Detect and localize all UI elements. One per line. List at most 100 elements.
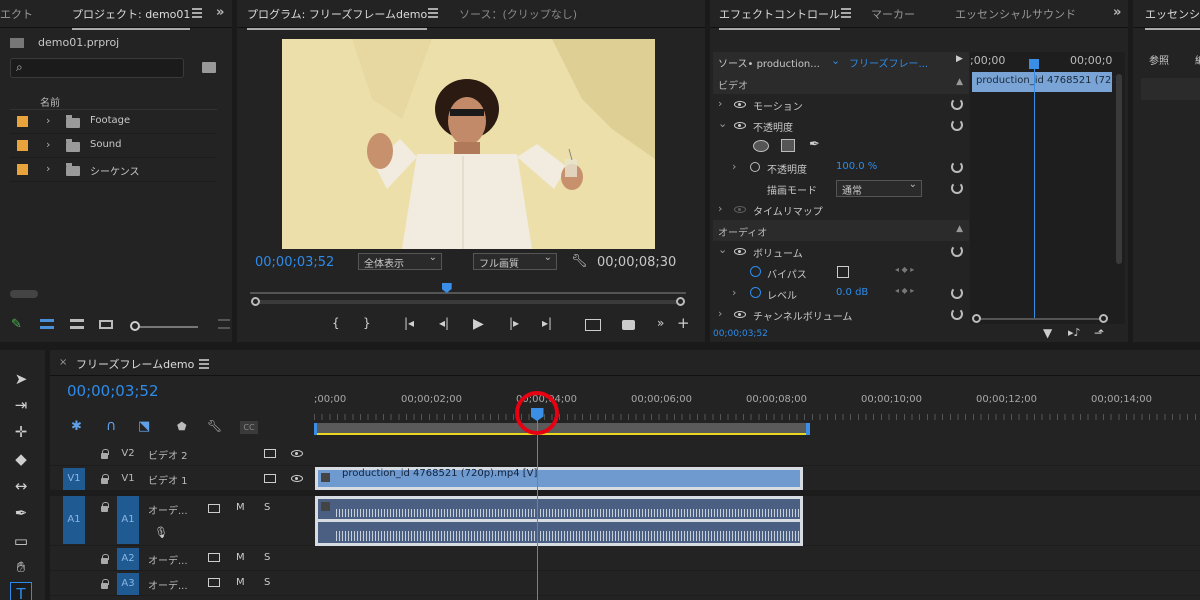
work-area-end-handle[interactable] xyxy=(806,423,810,435)
ec-zoom-bar[interactable] xyxy=(972,314,1108,324)
project-bin-row[interactable]: › Sound xyxy=(10,134,217,158)
scrubber-start-handle[interactable] xyxy=(251,297,260,306)
project-bin-row[interactable]: › シーケンス xyxy=(10,158,217,182)
stopwatch-active-icon[interactable] xyxy=(750,287,761,298)
ec-level-value[interactable]: 0.0 dB xyxy=(836,287,868,298)
collapse-chevron-icon[interactable]: ⌄ xyxy=(718,243,727,256)
reset-icon[interactable] xyxy=(951,308,963,320)
reset-icon[interactable] xyxy=(951,287,963,299)
mute-button[interactable]: M xyxy=(236,502,245,513)
pen-mask-icon[interactable]: ✒ xyxy=(809,137,820,152)
collapse-icon[interactable]: ▲ xyxy=(956,224,963,234)
keyframe-nav-icon[interactable]: ◂ ◆ ▸ xyxy=(895,286,914,295)
tab-essential-sound[interactable]: エッセンシャルサウンド xyxy=(955,6,1076,22)
add-button-icon[interactable]: + xyxy=(677,314,690,332)
tab-effect-controls[interactable]: エフェクトコントロール xyxy=(719,6,840,30)
reset-icon[interactable] xyxy=(951,98,963,110)
wrench-icon[interactable]: 🔧︎ xyxy=(571,254,588,269)
mark-in-icon[interactable]: { xyxy=(332,316,340,330)
keyframe-nav-icon[interactable]: ◂ ◆ ▸ xyxy=(895,265,914,274)
ec-clip-bar[interactable]: production_id 4768521 (720 xyxy=(972,72,1118,92)
expand-chevron-icon[interactable]: › xyxy=(46,138,50,151)
sync-lock-icon[interactable] xyxy=(208,504,220,513)
program-timecode-current[interactable]: 00;00;03;52 xyxy=(255,255,334,270)
expand-chevron-icon[interactable]: › xyxy=(46,162,50,175)
list-view-icon[interactable] xyxy=(40,319,54,329)
export-icon[interactable]: ⬏ xyxy=(1094,326,1104,340)
sync-lock-icon[interactable] xyxy=(208,553,220,562)
ec-play-icon[interactable]: ▶ xyxy=(956,54,963,64)
track-lock-icon[interactable] xyxy=(101,449,109,459)
add-marker-icon[interactable]: ⬟ xyxy=(177,420,187,433)
project-scrollbar[interactable] xyxy=(10,290,38,298)
timeline-settings-wrench-icon[interactable]: 🔧︎ xyxy=(207,419,222,433)
stopwatch-icon[interactable] xyxy=(750,162,760,172)
quality-dropdown[interactable]: フル画質 xyxy=(473,252,557,270)
mute-button[interactable]: M xyxy=(236,577,245,588)
blend-mode-dropdown[interactable]: 通常 xyxy=(836,179,922,197)
razor-tool-icon[interactable]: ◆ xyxy=(10,448,32,470)
new-bin-from-search-icon[interactable] xyxy=(202,62,216,73)
track-select-tool-icon[interactable]: ⇥ xyxy=(10,394,32,416)
slip-tool-icon[interactable]: ↔ xyxy=(10,475,32,497)
edit-tab[interactable]: 編 xyxy=(1195,52,1200,67)
tab-source[interactable]: ソース：(クリップなし) xyxy=(459,6,577,22)
ec-opacity-value[interactable]: 100.0 % xyxy=(836,161,877,172)
track-visibility-eye-icon[interactable] xyxy=(291,475,303,482)
collapse-icon[interactable]: ▲ xyxy=(956,77,963,87)
ec-motion-row[interactable]: › モーション xyxy=(713,94,969,115)
video-frame[interactable] xyxy=(282,39,655,249)
zoom-dropdown[interactable]: 全体表示 xyxy=(358,252,442,270)
tab-effects-cut[interactable]: エクト xyxy=(0,6,33,22)
ec-volume-row[interactable]: ⌄ ボリューム xyxy=(713,241,969,262)
tab-project[interactable]: プロジェクト: demo01 xyxy=(72,6,191,30)
eye-icon[interactable] xyxy=(734,248,746,255)
ec-opacity-param-row[interactable]: › 不透明度 100.0 % xyxy=(713,157,969,178)
rectangle-mask-icon[interactable] xyxy=(781,139,795,152)
ec-playhead-handle[interactable] xyxy=(1029,59,1039,69)
track-target-a1[interactable]: A1 xyxy=(117,496,139,544)
track-lock-icon[interactable] xyxy=(101,502,109,512)
program-scrubber[interactable] xyxy=(250,283,686,311)
track-target-v2[interactable]: V2 xyxy=(117,443,139,465)
overflow-chevron-icon[interactable]: » xyxy=(1113,5,1121,20)
scrubber-end-handle[interactable] xyxy=(676,297,685,306)
zoom-slider-handle[interactable] xyxy=(130,321,140,331)
snap-nest-icon[interactable]: ✱ xyxy=(71,419,82,434)
camera-icon[interactable] xyxy=(622,320,635,330)
pen-tool-icon[interactable]: ✒ xyxy=(10,502,32,524)
type-tool-icon[interactable]: T xyxy=(10,582,32,600)
track-lock-icon[interactable] xyxy=(101,579,109,589)
play-audio-icon[interactable]: ▸♪ xyxy=(1068,326,1081,339)
label-color-swatch[interactable] xyxy=(17,116,28,127)
more-controls-icon[interactable]: » xyxy=(657,316,664,330)
ec-opacity-row[interactable]: ⌄ 不透明度 xyxy=(713,115,969,136)
project-menu-more-icon[interactable] xyxy=(218,319,230,329)
zoom-slider[interactable] xyxy=(132,326,198,328)
ripple-edit-tool-icon[interactable]: ✛ xyxy=(10,421,32,443)
solo-button[interactable]: S xyxy=(264,552,270,563)
ec-level-row[interactable]: › レベル 0.0 dB ◂ ◆ ▸ xyxy=(713,283,969,304)
track-target-a3[interactable]: A3 xyxy=(117,573,139,595)
solo-button[interactable]: S xyxy=(264,577,270,588)
source-patch-v1[interactable]: V1 xyxy=(63,468,85,490)
sync-lock-icon[interactable] xyxy=(264,449,276,458)
track-target-v1[interactable]: V1 xyxy=(117,468,139,490)
scrubber-bar[interactable] xyxy=(255,300,681,304)
tab-sequence[interactable]: フリーズフレームdemo xyxy=(76,356,194,372)
overflow-chevron-icon[interactable]: » xyxy=(216,5,224,20)
browse-tab[interactable]: 参照 xyxy=(1149,52,1169,67)
sync-lock-icon[interactable] xyxy=(208,578,220,587)
reset-icon[interactable] xyxy=(951,245,963,257)
collapse-chevron-icon[interactable]: ⌄ xyxy=(718,117,727,130)
expand-chevron-icon[interactable]: › xyxy=(732,286,736,299)
track-target-a2[interactable]: A2 xyxy=(117,548,139,570)
program-menu-icon[interactable] xyxy=(428,8,438,18)
linked-selection-icon[interactable]: ⬔ xyxy=(138,419,150,434)
go-to-out-icon[interactable]: ▸| xyxy=(542,316,552,330)
captions-icon[interactable]: CC xyxy=(240,421,258,434)
reset-icon[interactable] xyxy=(951,182,963,194)
reset-icon[interactable] xyxy=(951,161,963,173)
ec-sequence-label[interactable]: フリーズフレー... xyxy=(849,55,928,70)
step-back-icon[interactable]: ◂| xyxy=(439,316,449,330)
